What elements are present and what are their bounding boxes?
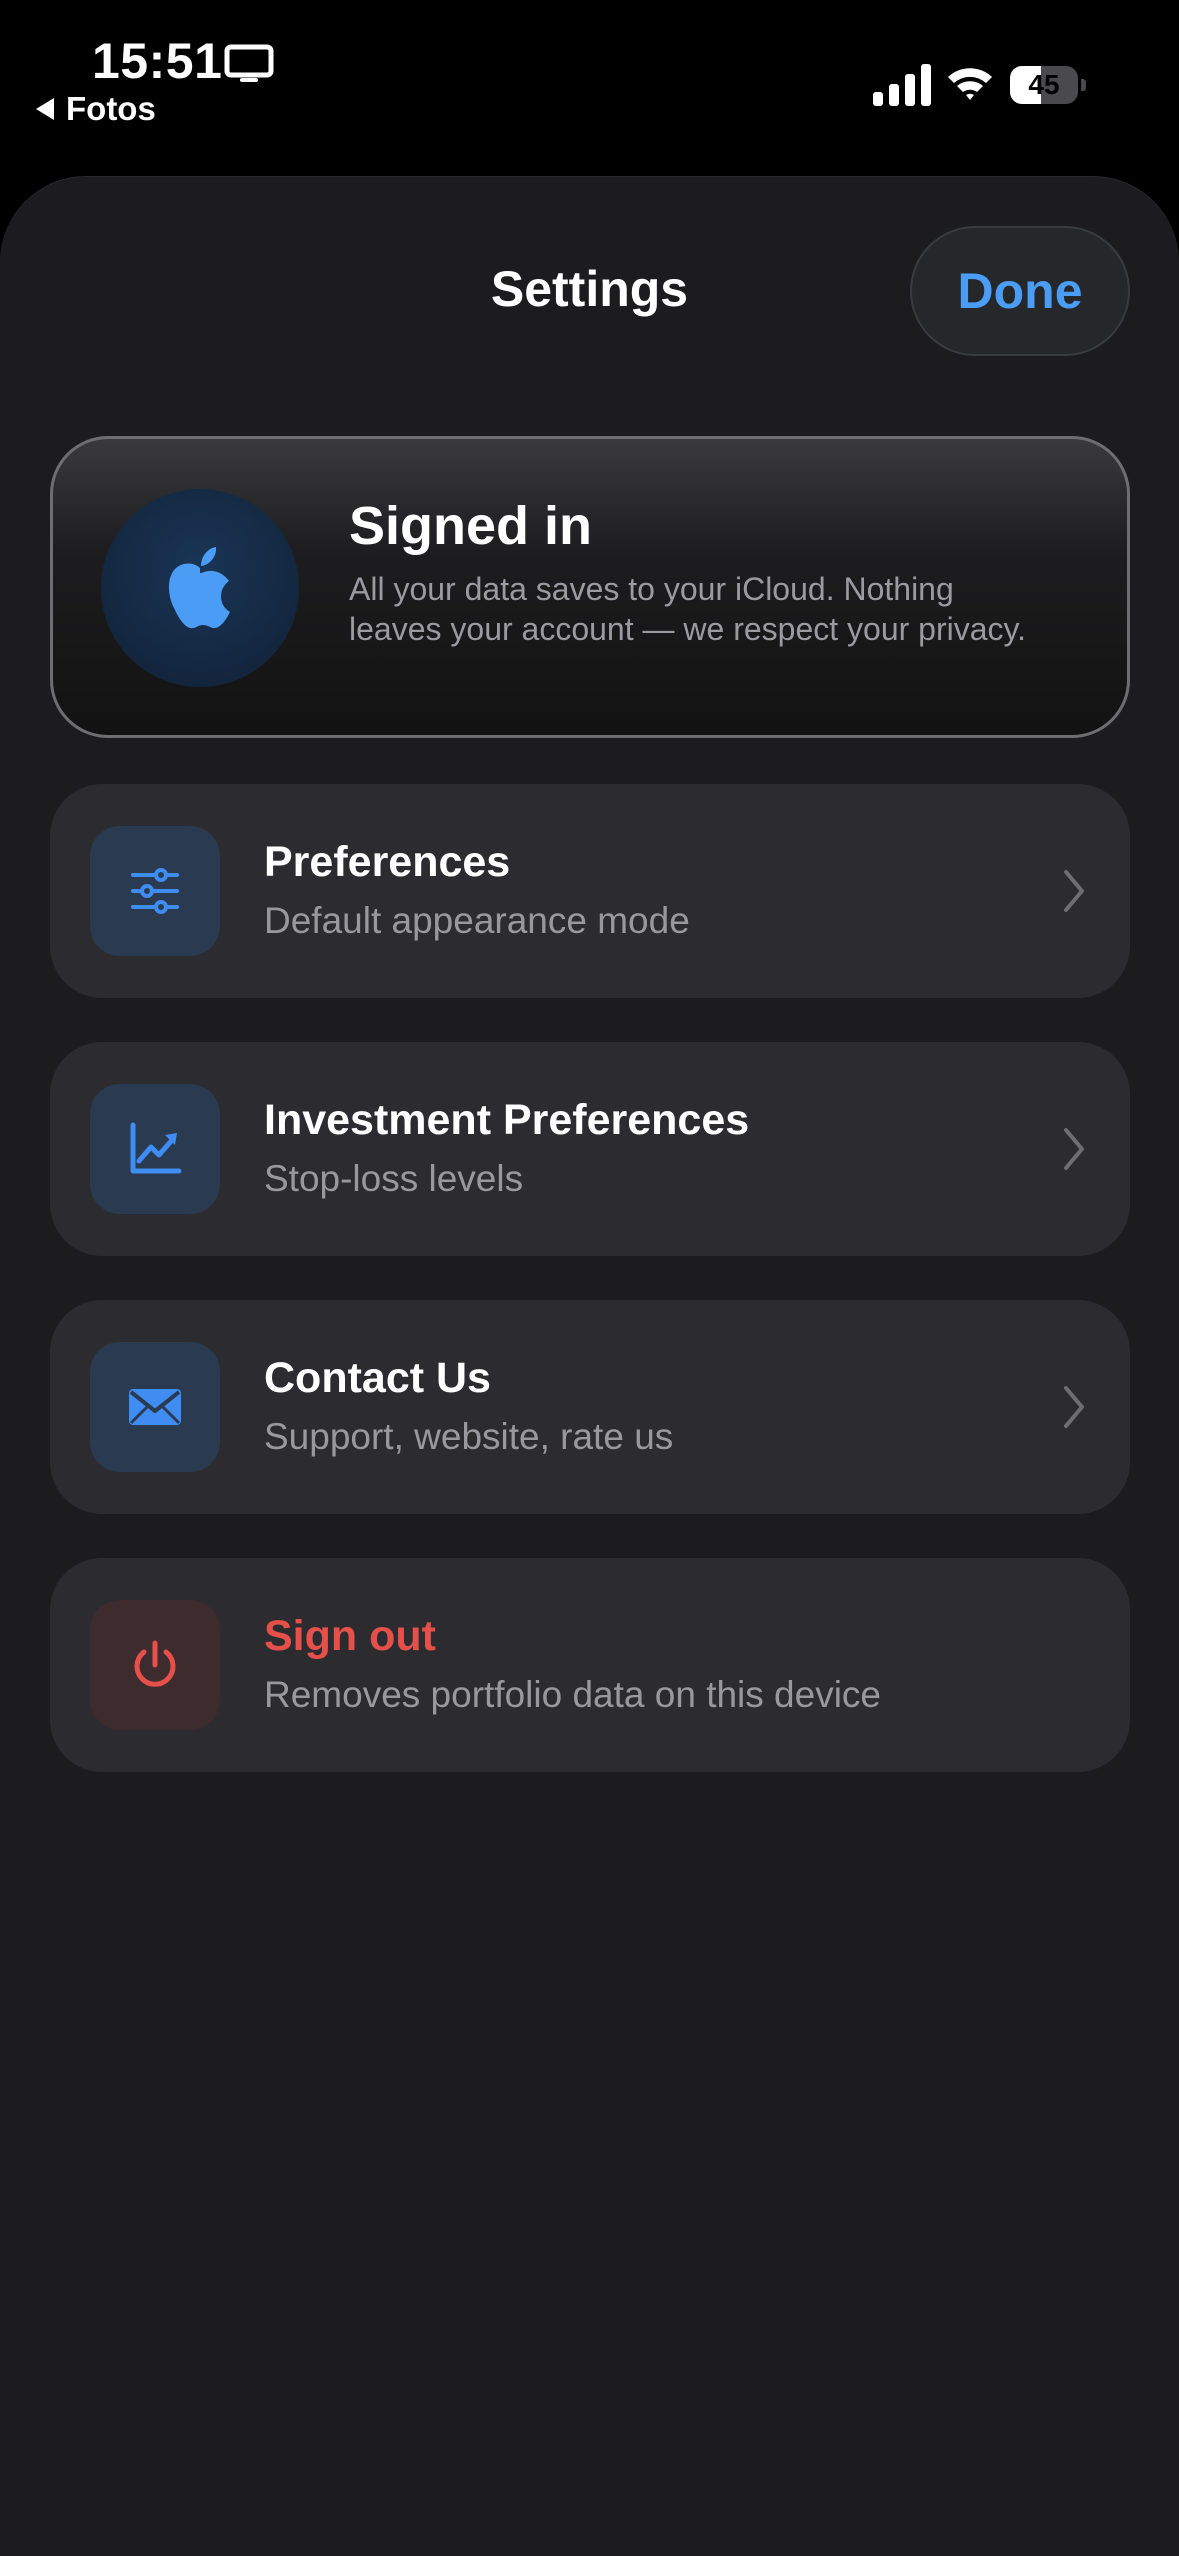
sign-out-title: Sign out [264, 1612, 436, 1660]
chevron-right-icon [1064, 1128, 1084, 1170]
account-avatar [101, 489, 299, 687]
cellular-signal-icon [873, 64, 931, 106]
back-triangle-icon [36, 98, 54, 120]
tv-icon [224, 44, 274, 82]
back-app-label: Fotos [66, 90, 156, 127]
investment-preferences-subtitle: Stop-loss levels [264, 1158, 524, 1199]
settings-sheet: Settings Done Signed in All your data sa… [0, 176, 1179, 2556]
preferences-icon-box [90, 826, 220, 956]
envelope-icon [129, 1389, 181, 1425]
sign-out-subtitle: Removes portfolio data on this device [264, 1674, 882, 1715]
battery-tip [1081, 79, 1086, 91]
contact-us-icon-box [90, 1342, 220, 1472]
preferences-row[interactable]: Preferences Default appearance mode [50, 784, 1130, 998]
contact-us-title: Contact Us [264, 1354, 491, 1402]
battery-percent: 45 [1028, 69, 1060, 100]
done-button[interactable]: Done [910, 226, 1130, 356]
sign-out-row[interactable]: Sign out Removes portfolio data on this … [50, 1558, 1130, 1772]
investment-preferences-icon-box [90, 1084, 220, 1214]
back-to-app-button[interactable]: Fotos [36, 90, 156, 128]
power-icon [134, 1640, 176, 1687]
investment-preferences-row[interactable]: Investment Preferences Stop-loss levels [50, 1042, 1130, 1256]
contact-us-row[interactable]: Contact Us Support, website, rate us [50, 1300, 1130, 1514]
account-description: All your data saves to your iCloud. Noth… [349, 571, 1027, 647]
preferences-subtitle: Default appearance mode [264, 900, 690, 941]
sliders-icon [131, 868, 179, 914]
chart-trend-up-icon [130, 1122, 182, 1174]
contact-us-subtitle: Support, website, rate us [264, 1416, 674, 1457]
chevron-right-icon [1064, 870, 1084, 912]
status-bar: 15:51 Fotos 45 [0, 0, 1179, 170]
chevron-right-icon [1064, 1386, 1084, 1428]
account-card: Signed in All your data saves to your iC… [50, 436, 1130, 738]
battery-indicator: 45 [1010, 66, 1086, 104]
sign-out-icon-box [90, 1600, 220, 1730]
account-status-title: Signed in [349, 496, 592, 556]
investment-preferences-title: Investment Preferences [264, 1096, 750, 1144]
apple-logo-icon [168, 547, 230, 629]
wifi-icon [948, 68, 992, 100]
preferences-title: Preferences [264, 838, 511, 886]
battery-body: 45 [1010, 66, 1078, 104]
status-time: 15:51 [92, 33, 223, 89]
